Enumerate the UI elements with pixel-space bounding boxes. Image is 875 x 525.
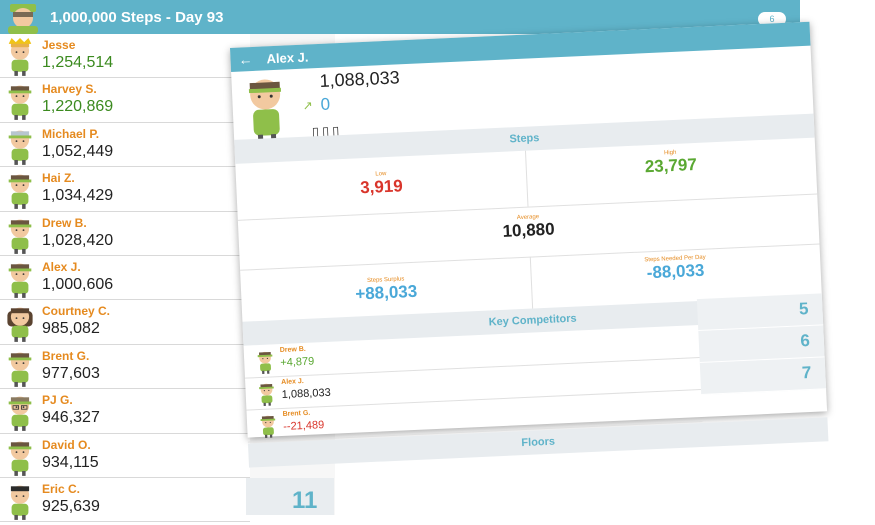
player-name: PJ G.	[42, 393, 73, 408]
back-arrow-icon[interactable]: ←	[238, 51, 253, 68]
avatar	[6, 393, 34, 432]
player-name: Michael P.	[42, 126, 100, 141]
leaderboard-row[interactable]: Hai Z. 1,034,429	[0, 167, 250, 212]
avatar	[6, 349, 34, 387]
rank-number: 11	[292, 487, 318, 514]
competitor-value: +4,879	[280, 355, 315, 370]
competitor-value: --21,489	[282, 419, 325, 433]
player-name: Drew B.	[42, 215, 87, 230]
avatar	[6, 216, 34, 254]
player-steps: 1,220,869	[42, 98, 114, 116]
rank-cell	[246, 478, 334, 515]
avatar	[257, 380, 276, 407]
leaderboard-row[interactable]: Courtney C. 985,082	[0, 300, 250, 345]
rank-cell: 7	[699, 357, 827, 395]
leaderboard-row[interactable]: Brent G. 977,603	[0, 344, 250, 390]
avatar	[6, 482, 34, 520]
avatar	[6, 260, 34, 298]
low-stat: Low 3,919	[236, 165, 527, 204]
average-stat: Average 10,880	[238, 202, 819, 254]
app-logo-icon	[4, 0, 42, 34]
player-steps: 946,327	[42, 409, 100, 427]
leaderboard-row[interactable]: Eric C. 925,639	[0, 477, 250, 523]
surplus-stat: Steps Surplus +88,033	[241, 271, 532, 310]
competitor-name: Alex J.	[281, 377, 304, 387]
avatar	[6, 438, 34, 476]
avatar	[6, 82, 34, 121]
avatar	[6, 38, 34, 76]
player-name: Courtney C.	[42, 304, 111, 319]
player-steps: 934,115	[42, 453, 99, 471]
player-steps: 1,034,429	[42, 187, 114, 205]
competitor-value: 1,088,033	[281, 386, 331, 402]
player-steps: 977,603	[42, 364, 100, 382]
competitor-name: Drew B.	[279, 345, 306, 355]
player-name: Hai Z.	[42, 171, 75, 186]
leaderboard-row[interactable]: Drew B. 1,028,420	[0, 211, 250, 256]
footsteps-icon: ↗	[302, 98, 314, 113]
player-steps: 1,000,606	[42, 275, 114, 293]
leaderboard-row[interactable]: Harvey S. 1,220,869	[0, 78, 250, 123]
player-name: Jesse	[42, 38, 76, 52]
total-steps: 1,088,033	[319, 67, 401, 91]
floors-count: 0	[320, 94, 331, 114]
panel-title: Alex J.	[266, 48, 309, 66]
leaderboard-list: Jesse 1,254,514 Harvey S. 1,220,869 Michael …	[0, 34, 250, 523]
leaderboard-row[interactable]: PJ G. 946,327	[0, 389, 250, 434]
leaderboard-row[interactable]: Alex J. 1,000,606	[0, 255, 250, 301]
competitor-name: Brent G.	[282, 409, 311, 418]
rank-number: 7	[801, 362, 812, 383]
avatar	[6, 127, 34, 165]
high-stat: High 23,797	[525, 144, 816, 183]
player-steps: 985,082	[42, 320, 100, 338]
user-avatar	[243, 76, 288, 146]
player-name: Harvey S.	[42, 82, 97, 97]
leaderboard-row[interactable]: Michael P. 1,052,449	[0, 122, 250, 168]
app-header: 1,000,000 Steps - Day 93	[0, 0, 335, 34]
avatar	[256, 348, 275, 375]
avatar	[6, 304, 34, 343]
player-name: Brent G.	[42, 348, 90, 363]
player-steps: 1,052,449	[42, 142, 114, 160]
player-steps: 1,028,420	[42, 231, 114, 249]
user-detail-panel: ← Alex J. 1,088,033 ↗ 0 ▯▯▯ Steps Low 3,…	[230, 21, 829, 468]
avatar	[259, 412, 278, 439]
player-steps: 925,639	[42, 497, 100, 515]
player-name: David O.	[42, 437, 91, 452]
rank-number: 6	[799, 331, 811, 351]
leaderboard-row[interactable]: Jesse 1,254,514	[0, 34, 250, 79]
player-name: Eric C.	[42, 481, 81, 496]
avatar	[6, 171, 34, 210]
player-steps: 1,254,514	[42, 54, 114, 71]
app-title: 1,000,000 Steps - Day 93	[50, 8, 224, 26]
rank-number: 5	[798, 299, 809, 319]
leaderboard-row[interactable]: David O. 934,115	[0, 433, 250, 478]
player-name: Alex J.	[42, 259, 81, 274]
